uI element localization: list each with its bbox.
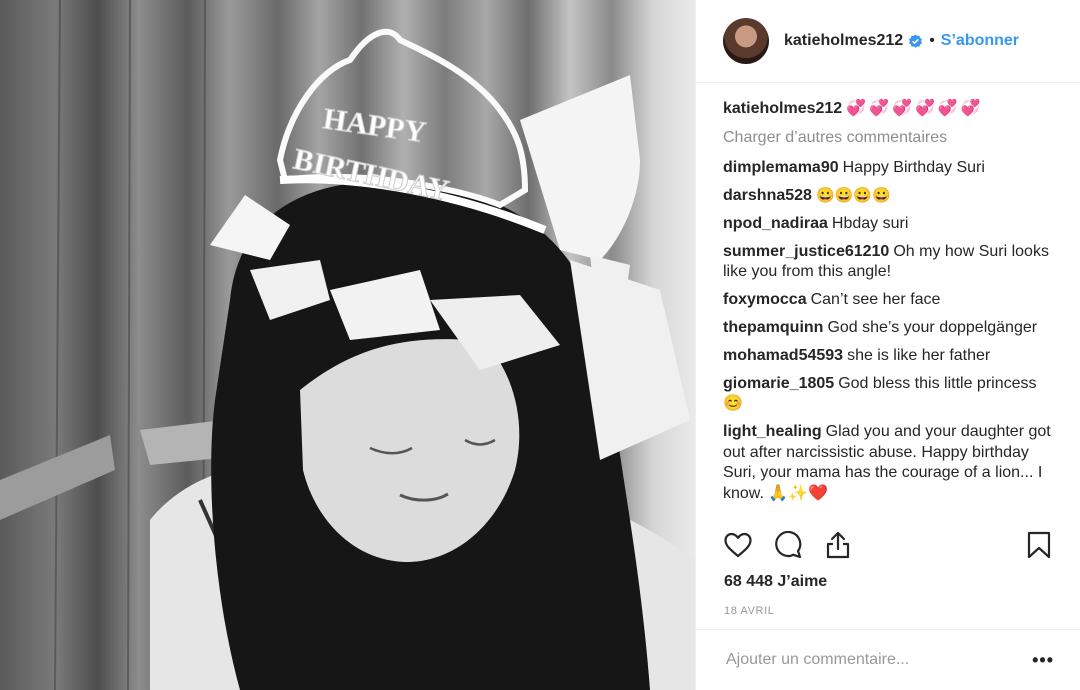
header-username[interactable]: katieholmes212 — [784, 32, 903, 50]
comment-bubble-icon — [775, 531, 802, 559]
comment-username[interactable]: dimplemama90 — [723, 159, 839, 176]
comment-item: npod_nadiraa Hbday suri — [723, 214, 1060, 235]
comment-text: 😀😀😀😀 — [815, 186, 891, 204]
comment-button[interactable] — [773, 530, 803, 560]
comment-text: Hbday suri — [831, 214, 909, 232]
comment-username[interactable]: npod_nadiraa — [723, 215, 828, 232]
tiara-text-happy: HAPPY — [321, 102, 428, 149]
comment-username[interactable]: darshna528 — [723, 187, 812, 204]
heart-icon — [724, 532, 752, 558]
bookmark-icon — [1027, 531, 1051, 559]
comment-text: Can’t see her face — [810, 291, 941, 309]
comment-item: thepamquinn God she’s your doppelgänger — [723, 318, 1060, 339]
post-date[interactable]: 18 avril — [724, 605, 774, 617]
post-header: katieholmes212 • S’abonner — [696, 0, 1080, 83]
comments-section: katieholmes212 💞💞💞💞💞💞 Charger d’autres co… — [696, 83, 1080, 515]
instagram-post: HAPPY BIRTHDAY katieholmes212 • S’abonne… — [0, 0, 1080, 690]
comment-text: Happy Birthday Suri — [842, 159, 985, 176]
comment-username[interactable]: foxymocca — [723, 291, 807, 308]
share-icon — [826, 531, 850, 559]
header-separator: • — [929, 32, 935, 49]
add-comment-input[interactable] — [724, 650, 1033, 670]
action-bar — [723, 528, 1054, 562]
comment-username[interactable]: summer_justice61210 — [723, 243, 889, 260]
more-options-icon[interactable]: ••• — [1032, 650, 1054, 671]
save-button[interactable] — [1024, 530, 1054, 560]
like-button[interactable] — [723, 530, 753, 560]
add-comment-bar: ••• — [696, 629, 1080, 690]
comment-item: foxymocca Can’t see her face — [723, 290, 1060, 311]
photo-illustration: HAPPY BIRTHDAY — [0, 0, 695, 690]
follow-button[interactable]: S’abonner — [941, 32, 1019, 50]
verified-badge-icon — [909, 33, 923, 48]
caption-username[interactable]: katieholmes212 — [723, 100, 842, 117]
comment-text: God she’s your doppelgänger — [827, 318, 1038, 336]
post-photo[interactable]: HAPPY BIRTHDAY — [0, 0, 695, 690]
post-side-panel: katieholmes212 • S’abonner katieholmes21… — [695, 0, 1080, 690]
comment-item: light_healing Glad you and your daughter … — [723, 422, 1060, 504]
likes-count[interactable]: 68 448 J’aime — [724, 573, 827, 591]
comment-username[interactable]: light_healing — [723, 423, 822, 440]
comment-text: she is like her father — [847, 346, 991, 364]
comment-item: giomarie_1805 God bless this little princ… — [723, 374, 1060, 415]
comment-item: dimplemama90 Happy Birthday Suri — [723, 158, 1060, 179]
comment-username[interactable]: mohamad54593 — [723, 347, 843, 364]
load-more-comments-button[interactable]: Charger d’autres commentaires — [723, 127, 1060, 149]
avatar[interactable] — [723, 18, 769, 64]
comment-item: darshna528 😀😀😀😀 — [723, 186, 1060, 207]
comment-item: summer_justice61210 Oh my how Suri looks … — [723, 242, 1060, 283]
caption: katieholmes212 💞💞💞💞💞💞 — [723, 97, 1060, 120]
comment-item: mohamad54593 she is like her father — [723, 346, 1060, 367]
caption-text: 💞💞💞💞💞💞 — [846, 100, 984, 117]
comment-username[interactable]: giomarie_1805 — [723, 375, 834, 392]
share-button[interactable] — [823, 530, 853, 560]
comment-username[interactable]: thepamquinn — [723, 319, 823, 336]
